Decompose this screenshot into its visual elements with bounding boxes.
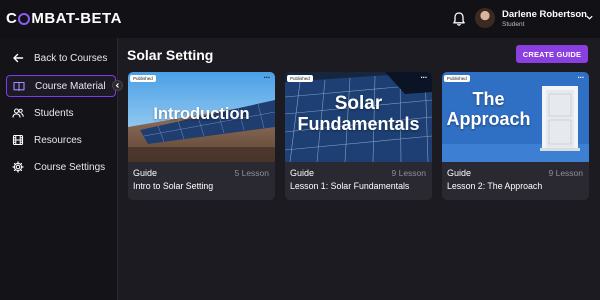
- status-badge: Published: [287, 75, 313, 82]
- arrow-left-icon: [12, 52, 24, 64]
- book-icon: [13, 80, 25, 92]
- user-name[interactable]: Darlene Robertson: [502, 9, 587, 20]
- page-title: Solar Setting: [127, 47, 214, 63]
- top-bar: C MBAT-BETA Darlene Robertson Student: [0, 0, 600, 38]
- guide-card-fundamentals[interactable]: Published ··· Solar Fundamentals Guide 9…: [285, 72, 432, 200]
- card-type: Guide: [133, 168, 158, 178]
- card-thumbnail: Published ··· The Approach: [442, 72, 589, 162]
- sidebar-item-course-settings[interactable]: Course Settings: [6, 156, 116, 178]
- sidebar-item-back-to-courses[interactable]: Back to Courses: [6, 47, 116, 69]
- app-logo[interactable]: C MBAT-BETA: [6, 10, 122, 27]
- sidebar-item-label: Course Material: [35, 80, 106, 92]
- sidebar-item-label: Course Settings: [34, 161, 106, 173]
- users-icon: [12, 107, 24, 119]
- sidebar-collapse-button[interactable]: [112, 80, 123, 91]
- more-options-icon[interactable]: ···: [421, 73, 428, 82]
- lesson-count: 9 Lesson: [391, 168, 427, 178]
- thumbnail-title-line-2: Fundamentals: [297, 114, 420, 134]
- guide-card-intro[interactable]: Published ··· Introduction Guide 5 Lesso…: [128, 72, 275, 200]
- sidebar-item-resources[interactable]: Resources: [6, 129, 116, 151]
- thumbnail-title-line-2: Approach: [446, 109, 531, 129]
- card-type: Guide: [290, 168, 315, 178]
- lesson-count: 9 Lesson: [548, 168, 584, 178]
- create-guide-button[interactable]: CREATE GUIDE: [516, 45, 588, 63]
- card-title[interactable]: Lesson 1: Solar Fundamentals: [290, 181, 409, 191]
- card-title[interactable]: Lesson 2: The Approach: [447, 181, 542, 191]
- more-options-icon[interactable]: ···: [264, 73, 271, 82]
- card-type: Guide: [447, 168, 472, 178]
- thumbnail-title: Introduction: [153, 105, 250, 123]
- card-thumbnail: Published ··· Introduction: [128, 72, 275, 162]
- card-thumbnail: Published ··· Solar Fundamentals: [285, 72, 432, 162]
- sidebar-item-label: Resources: [34, 134, 82, 146]
- chevron-left-icon: [115, 83, 119, 88]
- gear-icon: [12, 161, 24, 173]
- bell-icon[interactable]: [452, 11, 466, 27]
- sidebar: Back to Courses Course Material Students…: [0, 38, 118, 300]
- thumbnail-title-line-1: The: [472, 89, 505, 109]
- logo-text-end: MBAT-BETA: [31, 10, 122, 27]
- film-icon: [12, 134, 24, 146]
- user-role: Student: [502, 21, 525, 28]
- sidebar-item-label: Students: [34, 107, 74, 119]
- logo-ring-icon: [18, 12, 31, 25]
- thumbnail-title-line-1: Solar: [334, 93, 383, 114]
- sidebar-item-label: Back to Courses: [34, 52, 108, 64]
- status-badge: Published: [444, 75, 470, 82]
- guide-card-approach[interactable]: Published ··· The Approach Guide 9 Lesso…: [442, 72, 589, 200]
- lesson-count: 5 Lesson: [234, 168, 270, 178]
- card-title[interactable]: Intro to Solar Setting: [133, 181, 213, 191]
- logo-text-start: C: [6, 10, 18, 27]
- sidebar-item-students[interactable]: Students: [6, 102, 116, 124]
- more-options-icon[interactable]: ···: [578, 73, 585, 82]
- status-badge: Published: [130, 75, 156, 82]
- avatar[interactable]: [475, 8, 495, 28]
- sidebar-item-course-material[interactable]: Course Material: [6, 75, 116, 97]
- chevron-down-icon[interactable]: [585, 13, 594, 22]
